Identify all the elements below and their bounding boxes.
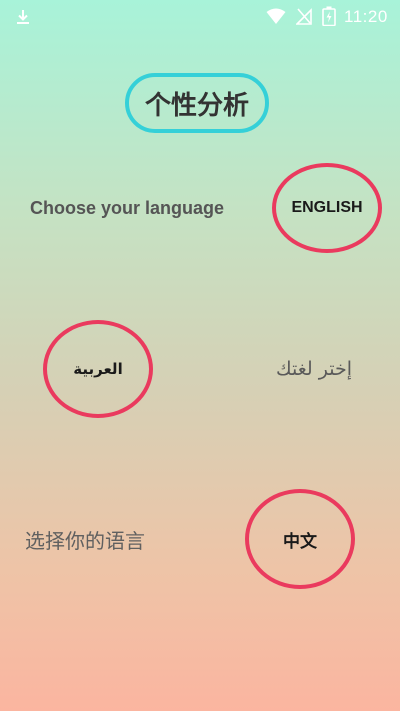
- arabic-button[interactable]: العربية: [43, 320, 153, 418]
- prompt-chinese: 选择你的语言: [25, 529, 145, 553]
- battery-charging-icon: [322, 6, 336, 26]
- prompt-arabic: إختر لغتك: [276, 358, 352, 380]
- status-bar: 11:20: [0, 0, 400, 34]
- english-button[interactable]: ENGLISH: [272, 163, 382, 253]
- page-title: 个性分析: [125, 73, 269, 133]
- chinese-button[interactable]: 中文: [245, 489, 355, 589]
- status-time: 11:20: [344, 7, 388, 26]
- wifi-icon: [266, 8, 286, 24]
- prompt-english: Choose your language: [30, 198, 225, 218]
- download-icon: [17, 10, 29, 24]
- no-signal-icon: [296, 8, 312, 25]
